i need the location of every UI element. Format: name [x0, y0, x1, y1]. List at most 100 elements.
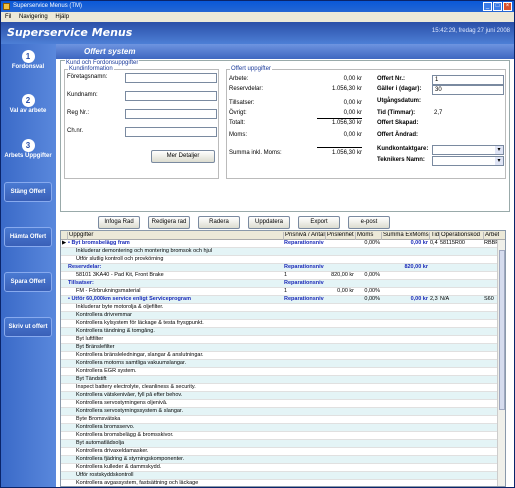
- company-input[interactable]: [125, 73, 217, 83]
- reg-nr-label: Reg Nr.:: [67, 110, 90, 116]
- row-pointer-icon: ▶: [62, 240, 67, 246]
- offert-nr-input[interactable]: 1: [432, 75, 504, 85]
- menu-hjalp[interactable]: Hjälp: [55, 14, 69, 20]
- galler-input[interactable]: 30: [432, 85, 504, 95]
- table-row[interactable]: Byt Tändstift: [61, 376, 499, 384]
- moms-label: Moms:: [229, 132, 247, 138]
- table-row[interactable]: Inkluderar byte motorolja & oljefilter.: [61, 304, 499, 312]
- table-cell: Kontrollera motorns samtliga vakuumslang…: [76, 360, 187, 366]
- export-button[interactable]: Export: [298, 216, 340, 229]
- nav-label: Val av arbete: [9, 108, 47, 114]
- skriv-ut-offert-button[interactable]: Skriv ut offert: [4, 317, 52, 337]
- table-row[interactable]: Kontrollera vätskenivåer, fyll på efter …: [61, 392, 499, 400]
- col-moms[interactable]: Moms: [355, 232, 381, 240]
- chassis-input[interactable]: [125, 127, 217, 137]
- col-prislenhet[interactable]: Prislenhet: [325, 232, 355, 240]
- vertical-scrollbar[interactable]: [497, 240, 505, 486]
- col-operationskod[interactable]: Operationskod: [439, 232, 483, 240]
- task-grid[interactable]: Uppgifter Prisnivå / Antal Prislenhet Mo…: [60, 230, 506, 487]
- table-cell: Kontrollera kylsystem för läckage & test…: [76, 320, 204, 326]
- table-row[interactable]: 58101 3KA40 - Pad Kit, Front Brake 1 820,0…: [61, 272, 499, 280]
- table-row[interactable]: Kontrollera servostyrningssystem & slang…: [61, 408, 499, 416]
- col-arbets[interactable]: Arbets: [483, 232, 499, 240]
- table-row[interactable]: ▶ • Byt bromsbelägg fram Reparationsnivå 0,…: [61, 240, 499, 248]
- col-prisniva[interactable]: Prisnivå / Antal: [283, 232, 325, 240]
- table-row[interactable]: Kontrollera tändning & tomgång.: [61, 328, 499, 336]
- table-row[interactable]: Utför rostskyddskontroll: [61, 472, 499, 480]
- nav-arbets-uppgifter[interactable]: 3 Arbets Uppgifter: [4, 139, 52, 159]
- hamta-offert-button[interactable]: Hämta Offert: [4, 227, 52, 247]
- table-cell: • Byt bromsbelägg fram: [68, 240, 130, 246]
- col-summa[interactable]: Summa ExMoms: [381, 232, 429, 240]
- tekniker-select[interactable]: [432, 156, 504, 166]
- table-row[interactable]: Kontrollera drivremmar: [61, 312, 499, 320]
- table-cell: 820,00 kr: [331, 272, 354, 278]
- offer-info-group: Offert uppgifter Arbete: 0,00 kr Reservd…: [226, 66, 506, 179]
- table-row[interactable]: Kontrollera bränsleledningar, slangar & …: [61, 352, 499, 360]
- table-cell: 1: [284, 288, 288, 294]
- summa-label: Summa inkl. Moms:: [229, 150, 282, 156]
- table-cell: 0,00%: [364, 296, 380, 302]
- table-row[interactable]: Kontrollera kylsystem för läckage & test…: [61, 320, 499, 328]
- app-window: Superservice Menus (TM) _ □ × Fil Navige…: [0, 0, 515, 488]
- table-row[interactable]: Kontrollera bromsservo.: [61, 424, 499, 432]
- table-row[interactable]: Kontrollera avgassystem, fastsättning oc…: [61, 480, 499, 486]
- table-row[interactable]: Byt Bränslefilter: [61, 344, 499, 352]
- table-row[interactable]: Kontrollera bromsbelägg & bromsskivor.: [61, 432, 499, 440]
- app-logo: Superservice Menus: [7, 26, 133, 39]
- table-row[interactable]: Kontrollera servostyrningens oljenivå.: [61, 400, 499, 408]
- delete-button[interactable]: Radera: [198, 216, 240, 229]
- galler-label: Gäller i (dagar):: [377, 86, 422, 92]
- table-row[interactable]: Kontrollera motorns samtliga vakuumslang…: [61, 360, 499, 368]
- more-details-button[interactable]: Mer Detaljer: [151, 150, 215, 163]
- tillsatser-value: 0,00 kr: [343, 100, 362, 106]
- menu-fil[interactable]: Fil: [5, 14, 11, 20]
- table-cell: Reparationsnivå: [284, 264, 324, 270]
- nav-val-av-arbete[interactable]: 2 Val av arbete: [4, 94, 52, 114]
- table-row[interactable]: Tillsatser: Reparationsnivå: [61, 280, 499, 288]
- customer-name-input[interactable]: [125, 91, 217, 101]
- table-row[interactable]: Kontrollera kulleder & dammskydd.: [61, 464, 499, 472]
- table-row[interactable]: Byt luftfilter: [61, 336, 499, 344]
- maximize-button[interactable]: □: [493, 2, 502, 11]
- table-row[interactable]: Utför slutlig kontroll och provkörning: [61, 256, 499, 264]
- col-uppgifter[interactable]: Uppgifter: [67, 232, 283, 240]
- scroll-thumb[interactable]: [499, 250, 505, 410]
- chassis-label: Ch.nr.: [67, 128, 84, 134]
- app-icon: [3, 3, 10, 10]
- tillsatser-label: Tillsatser:: [229, 100, 255, 106]
- table-cell: Kontrollera kulleder & dammskydd.: [76, 464, 162, 470]
- table-cell: 0,4: [430, 240, 438, 246]
- table-row[interactable]: Kontrollera fjädring & styrningskomponen…: [61, 456, 499, 464]
- table-row[interactable]: Reservdelar: Reparationsnivå 820,00 kr: [61, 264, 499, 272]
- table-row[interactable]: FM - Förbrukningsmaterial 1 0,00 kr 0,00%: [61, 288, 499, 296]
- stang-offert-button[interactable]: Stäng Offert: [4, 182, 52, 202]
- table-row[interactable]: Kontrollera drivaxeldamasker.: [61, 448, 499, 456]
- kontakt-label: Kundkontaktgare:: [377, 146, 429, 152]
- title-bar: Superservice Menus (TM) _ □ ×: [1, 1, 514, 12]
- reg-nr-input[interactable]: [125, 109, 217, 119]
- table-cell: Reparationsnivå: [284, 296, 324, 302]
- minimize-button[interactable]: _: [483, 2, 492, 11]
- update-button[interactable]: Uppdatera: [248, 216, 290, 229]
- insert-row-button[interactable]: Infoga Rad: [98, 216, 140, 229]
- table-row[interactable]: Inspect battery electrolyte, cleanliness…: [61, 384, 499, 392]
- table-row[interactable]: Byt automatlådsolja: [61, 440, 499, 448]
- table-row[interactable]: Inkluderar demontering och montering bro…: [61, 248, 499, 256]
- email-button[interactable]: e-post: [348, 216, 390, 229]
- menu-navigering[interactable]: Navigering: [19, 14, 48, 20]
- arbete-value: 0,00 kr: [343, 76, 362, 82]
- table-cell: S60: [484, 296, 494, 302]
- table-row[interactable]: Byte Bromsvätska: [61, 416, 499, 424]
- kontakt-select[interactable]: [432, 145, 504, 155]
- tid-label: Tid (Timmar):: [377, 110, 416, 116]
- edit-row-button[interactable]: Redigera rad: [148, 216, 190, 229]
- col-tid[interactable]: Tid: [429, 232, 439, 240]
- spara-offert-button[interactable]: Spara Offert: [4, 272, 52, 292]
- table-cell: 0,00 kr: [337, 288, 354, 294]
- close-button[interactable]: ×: [503, 2, 512, 11]
- table-row[interactable]: • Utför 60,000km service enligt Servicep…: [61, 296, 499, 304]
- table-cell: 58101 3KA40 - Pad Kit, Front Brake: [76, 272, 164, 278]
- nav-fordonsval[interactable]: 1 Fordonsval: [4, 50, 52, 70]
- table-row[interactable]: Kontrollera EGR system.: [61, 368, 499, 376]
